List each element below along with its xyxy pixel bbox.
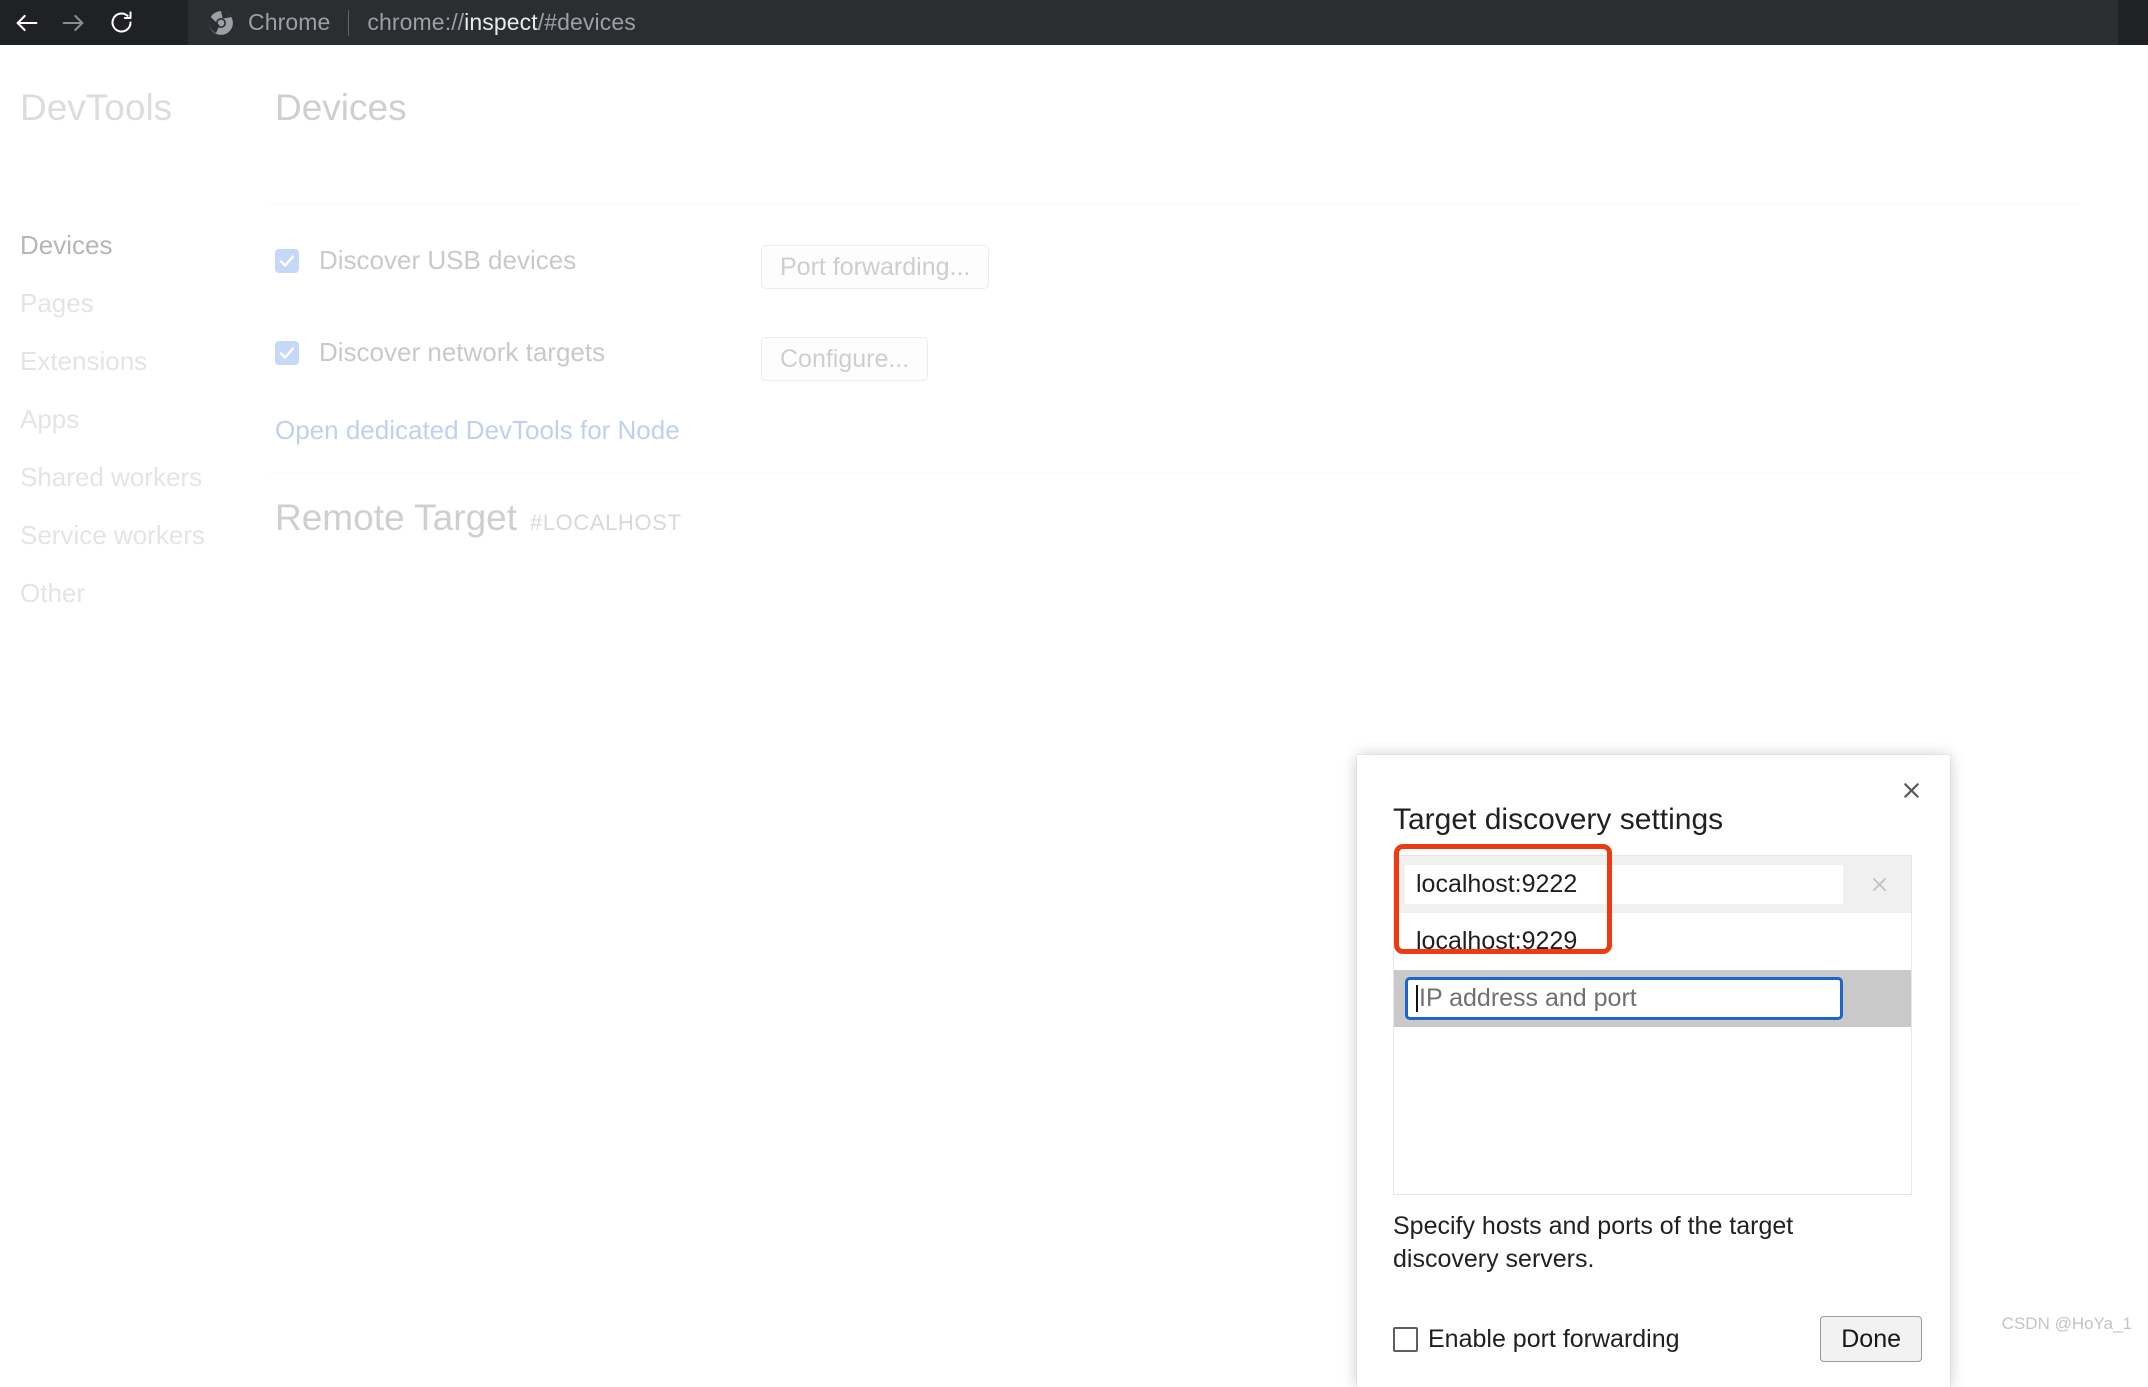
omnibox-divider xyxy=(348,9,350,36)
configure-button[interactable]: Configure... xyxy=(761,337,929,381)
browser-toolbar: Chrome chrome://inspect/#devices xyxy=(0,0,2148,45)
omnibox[interactable]: Chrome chrome://inspect/#devices xyxy=(188,0,2118,45)
section-divider xyxy=(270,203,2080,204)
table-row[interactable]: localhost:9229 xyxy=(1394,913,1911,970)
sidebar-item-apps[interactable]: Apps xyxy=(20,404,79,435)
back-button[interactable] xyxy=(4,0,50,45)
dialog-title: Target discovery settings xyxy=(1393,803,1724,836)
done-button[interactable]: Done xyxy=(1820,1316,1922,1362)
enable-port-forwarding-checkbox[interactable] xyxy=(1393,1326,1418,1352)
target-address-input[interactable]: localhost:9229 xyxy=(1405,922,1843,961)
sidebar-item-other[interactable]: Other xyxy=(20,578,85,609)
section-divider xyxy=(270,473,2080,474)
sidebar-item-service-workers[interactable]: Service workers xyxy=(20,520,205,551)
url-host: inspect xyxy=(464,9,538,35)
target-list[interactable]: localhost:9222 localhost:9229 IP address… xyxy=(1393,855,1912,1195)
dialog-footer: Enable port forwarding Done xyxy=(1393,1316,1922,1362)
omnibox-brand-label: Chrome xyxy=(248,9,331,35)
sidebar-item-devices[interactable]: Devices xyxy=(20,230,112,261)
enable-port-forwarding-label: Enable port forwarding xyxy=(1428,1324,1680,1353)
reload-button[interactable] xyxy=(98,0,144,45)
target-address-input[interactable]: localhost:9222 xyxy=(1405,865,1843,904)
port-forwarding-button[interactable]: Port forwarding... xyxy=(761,245,990,289)
page-title: Devices xyxy=(275,87,407,128)
new-target-placeholder: IP address and port xyxy=(1419,984,1637,1012)
new-target-address-input[interactable]: IP address and port xyxy=(1405,977,1843,1020)
table-row[interactable]: localhost:9222 xyxy=(1394,856,1911,913)
discover-usb-devices-row[interactable]: Discover USB devices xyxy=(275,245,576,276)
sidebar-title: DevTools xyxy=(20,87,173,128)
remote-target-title: Remote Target xyxy=(275,497,517,538)
discover-network-targets-row[interactable]: Discover network targets xyxy=(275,337,605,368)
remote-target-host: #LOCALHOST xyxy=(530,510,682,535)
dialog-hint-text: Specify hosts and ports of the target di… xyxy=(1393,1212,1794,1273)
discover-network-targets-checkbox[interactable] xyxy=(275,340,299,365)
open-dedicated-devtools-for-node-link[interactable]: Open dedicated DevTools for Node xyxy=(275,415,680,446)
discover-usb-devices-checkbox[interactable] xyxy=(275,248,299,273)
reload-icon xyxy=(108,9,135,36)
inspect-page: DevTools Devices Pages Extensions Apps S… xyxy=(0,45,2148,1387)
text-caret xyxy=(1416,985,1418,1012)
arrow-left-icon xyxy=(13,9,41,37)
url-scheme: chrome:// xyxy=(367,9,465,35)
sidebar: DevTools Devices Pages Extensions Apps S… xyxy=(0,45,270,1342)
enable-port-forwarding-row[interactable]: Enable port forwarding xyxy=(1393,1325,1680,1354)
remove-target-icon[interactable] xyxy=(1870,856,1889,913)
sidebar-item-extensions[interactable]: Extensions xyxy=(20,346,147,377)
table-row[interactable]: IP address and port xyxy=(1394,970,1911,1027)
sidebar-item-shared-workers[interactable]: Shared workers xyxy=(20,462,202,493)
remote-target-heading: Remote Target #LOCALHOST xyxy=(275,497,682,539)
discover-usb-devices-label: Discover USB devices xyxy=(319,245,577,275)
omnibox-url[interactable]: chrome://inspect/#devices xyxy=(367,9,635,36)
arrow-right-icon xyxy=(59,9,87,37)
close-icon[interactable] xyxy=(1894,773,1928,807)
sidebar-item-pages[interactable]: Pages xyxy=(20,288,94,319)
watermark: CSDN @HoYa_1 xyxy=(2001,1314,2132,1333)
target-discovery-settings-dialog: Target discovery settings localhost:9222… xyxy=(1357,755,1950,1387)
url-path: /#devices xyxy=(537,9,636,35)
chrome-logo-icon xyxy=(208,10,234,36)
forward-button[interactable] xyxy=(50,0,96,45)
discover-network-targets-label: Discover network targets xyxy=(319,337,606,367)
